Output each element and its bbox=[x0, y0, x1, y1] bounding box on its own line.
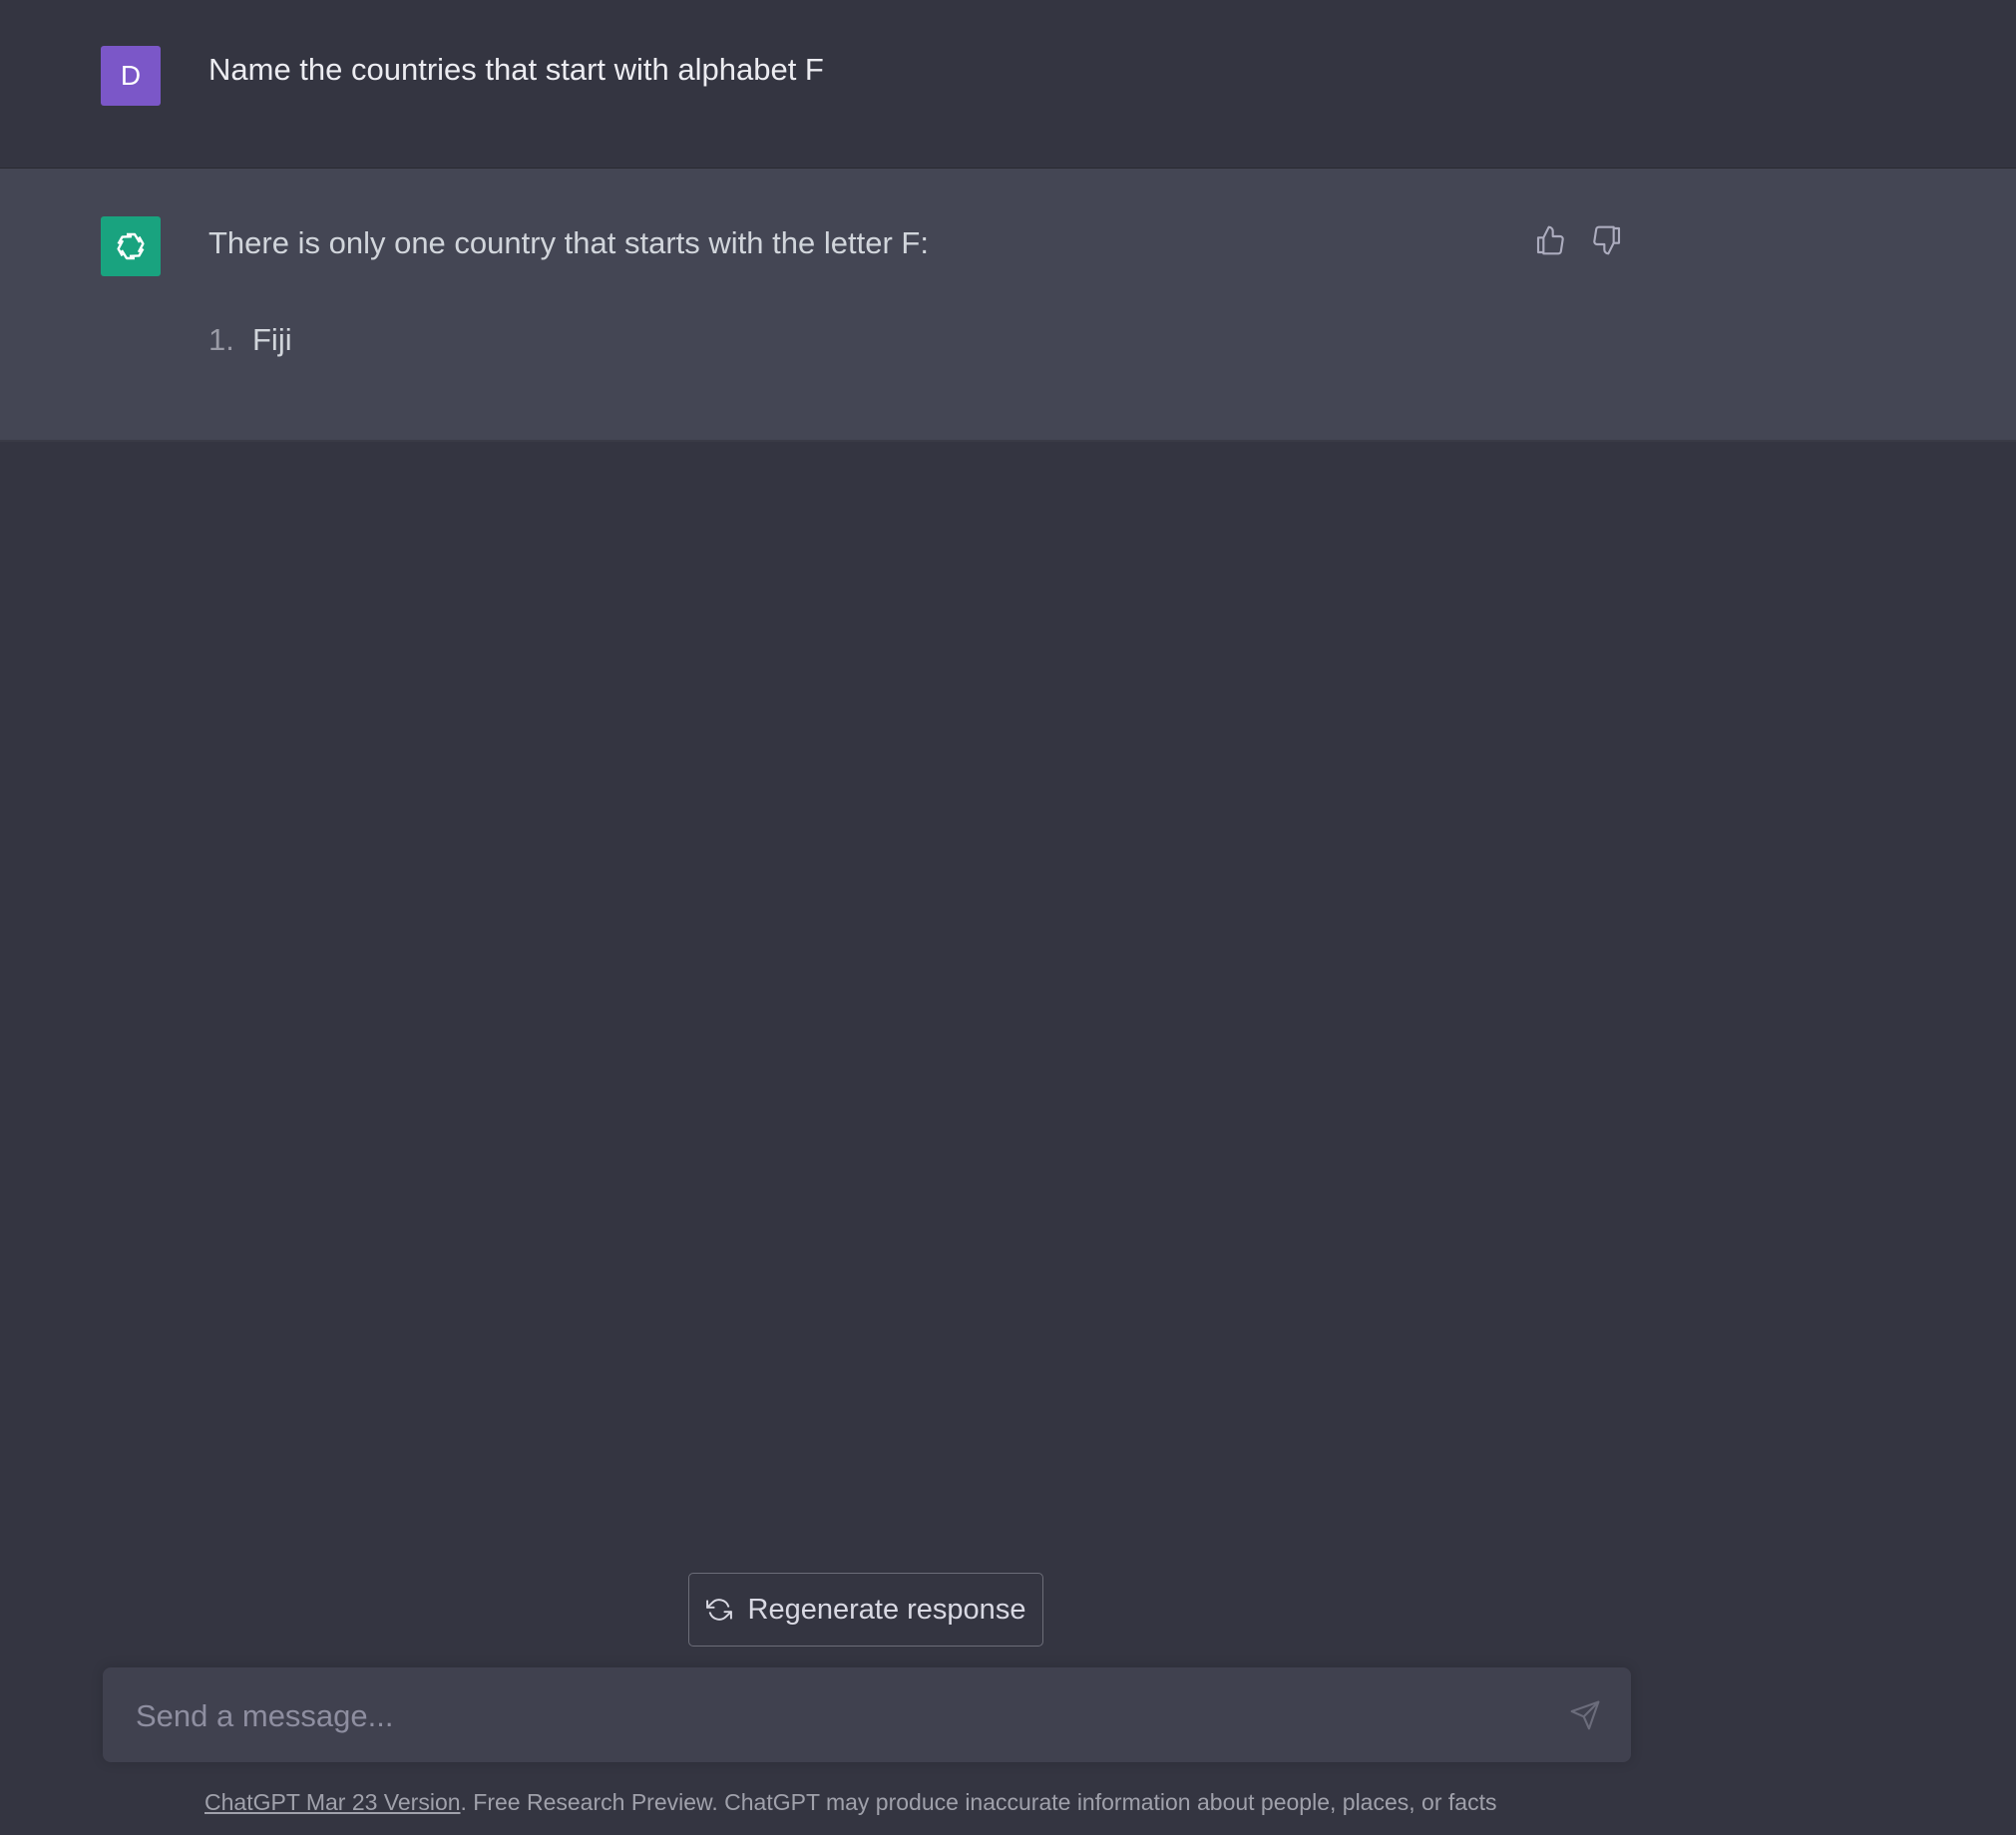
regenerate-response-button[interactable]: Regenerate response bbox=[688, 1573, 1043, 1647]
message-composer bbox=[103, 1667, 1631, 1764]
version-link[interactable]: ChatGPT Mar 23 Version bbox=[204, 1789, 461, 1815]
user-message-row: D Name the countries that start with alp… bbox=[0, 0, 2016, 170]
send-button[interactable] bbox=[1561, 1691, 1609, 1739]
thumbs-down-icon bbox=[1593, 225, 1621, 255]
assistant-message-row: There is only one country that starts wi… bbox=[0, 169, 2016, 442]
message-input[interactable] bbox=[134, 1667, 1534, 1764]
send-icon bbox=[1570, 1700, 1600, 1730]
user-avatar: D bbox=[101, 46, 161, 106]
regenerate-response-label: Regenerate response bbox=[747, 1593, 1026, 1626]
refresh-icon bbox=[705, 1599, 732, 1621]
thumbs-up-icon bbox=[1536, 225, 1564, 255]
assistant-avatar bbox=[101, 216, 161, 276]
footer-disclaimer: ChatGPT Mar 23 Version. Free Research Pr… bbox=[204, 1789, 1496, 1816]
list-item: 1. Fiji bbox=[208, 322, 292, 358]
thumbs-down-button[interactable] bbox=[1587, 220, 1627, 260]
openai-logo-icon bbox=[117, 232, 145, 260]
user-avatar-initial: D bbox=[120, 60, 142, 91]
assistant-answer-list: 1. Fiji bbox=[208, 322, 292, 358]
assistant-message-text: There is only one country that starts wi… bbox=[208, 225, 929, 260]
list-item-text: Fiji bbox=[252, 322, 292, 357]
user-message-text: Name the countries that start with alpha… bbox=[208, 52, 824, 87]
thumbs-up-button[interactable] bbox=[1530, 220, 1570, 260]
list-item-number: 1. bbox=[208, 322, 234, 357]
disclaimer-text: . Free Research Preview. ChatGPT may pro… bbox=[460, 1789, 1497, 1815]
